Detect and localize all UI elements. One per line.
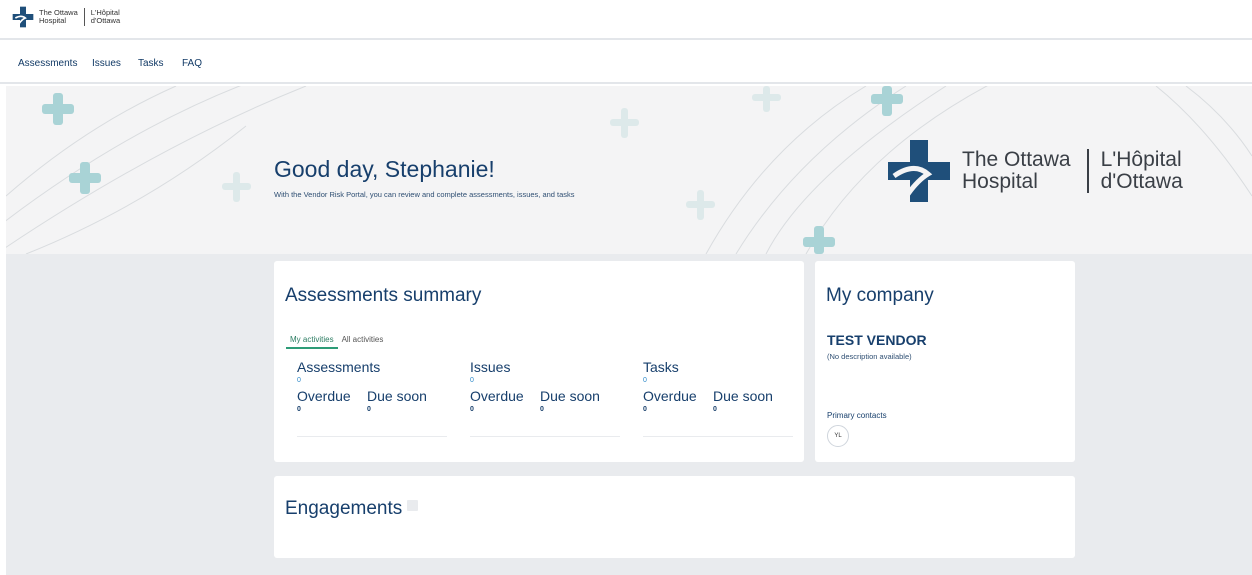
metric-heading: Issues bbox=[470, 359, 511, 375]
hero-hospital-logo: The Ottawa Hospital L'Hôpital d'Ottawa bbox=[886, 138, 1183, 204]
logo-english-name: The Ottawa Hospital bbox=[39, 9, 78, 25]
metric-heading: Tasks bbox=[643, 359, 679, 375]
vendor-name[interactable]: TEST VENDOR bbox=[827, 332, 927, 348]
greeting-subtitle: With the Vendor Risk Portal, you can rev… bbox=[274, 190, 575, 199]
metric-assessments[interactable]: Assessments 0 Overdue 0 Due soon 0 bbox=[297, 359, 447, 437]
metric-tasks[interactable]: Tasks 0 Overdue 0 Due soon 0 bbox=[643, 359, 793, 437]
due-soon-label: Due soon bbox=[540, 388, 600, 404]
due-soon-label: Due soon bbox=[367, 388, 427, 404]
metric-count: 0 bbox=[470, 377, 474, 384]
logo-en-line2: Hospital bbox=[39, 16, 67, 25]
hero-logo-divider bbox=[1086, 149, 1089, 193]
due-soon-label: Due soon bbox=[713, 388, 773, 404]
metric-issues[interactable]: Issues 0 Overdue 0 Due soon 0 bbox=[470, 359, 620, 437]
overdue-count: 0 bbox=[297, 406, 301, 413]
due-soon-count: 0 bbox=[367, 406, 371, 413]
my-company-title: My company bbox=[826, 285, 934, 306]
vendor-description: (No description available) bbox=[827, 352, 912, 361]
overdue-label: Overdue bbox=[643, 388, 697, 404]
hero-logo-en-line2: Hospital bbox=[962, 170, 1038, 193]
engagements-info-icon[interactable] bbox=[407, 500, 418, 511]
metric-count: 0 bbox=[643, 377, 647, 384]
logo-fr-line2: d'Ottawa bbox=[90, 16, 121, 25]
tab-my-activities[interactable]: My activities bbox=[286, 335, 338, 349]
hero-logo-en-line1: The Ottawa bbox=[962, 148, 1071, 171]
top-header: The Ottawa Hospital L'Hôpital d'Ottawa bbox=[0, 0, 1252, 40]
due-soon-count: 0 bbox=[540, 406, 544, 413]
overdue-count: 0 bbox=[643, 406, 647, 413]
my-company-card: My company TEST VENDOR (No description a… bbox=[815, 261, 1075, 462]
assessments-summary-card: Assessments summary My activities All ac… bbox=[274, 261, 804, 462]
contact-avatar[interactable]: YL bbox=[827, 425, 849, 447]
overdue-label: Overdue bbox=[470, 388, 524, 404]
overdue-label: Overdue bbox=[297, 388, 351, 404]
logo-french-name: L'Hôpital d'Ottawa bbox=[91, 9, 120, 25]
hero-logo-french: L'Hôpital d'Ottawa bbox=[1101, 149, 1183, 193]
engagements-card: Engagements bbox=[274, 476, 1075, 558]
hospital-logo[interactable]: The Ottawa Hospital L'Hôpital d'Ottawa bbox=[12, 6, 120, 28]
assessments-summary-title: Assessments summary bbox=[285, 285, 482, 306]
tab-all-activities[interactable]: All activities bbox=[338, 335, 388, 349]
hospital-cross-logo-icon bbox=[888, 140, 950, 202]
hospital-cross-logo-icon bbox=[12, 6, 34, 28]
nav-faq[interactable]: FAQ bbox=[182, 58, 202, 69]
due-soon-count: 0 bbox=[713, 406, 717, 413]
engagements-title: Engagements bbox=[285, 498, 403, 519]
metric-heading: Assessments bbox=[297, 359, 381, 375]
hero-logo-fr-line2: d'Ottawa bbox=[1100, 170, 1183, 193]
logo-divider bbox=[83, 8, 85, 26]
activity-tabs: My activities All activities bbox=[286, 335, 387, 349]
greeting-title: Good day, Stephanie! bbox=[274, 156, 495, 182]
hero-banner: Good day, Stephanie! With the Vendor Ris… bbox=[6, 86, 1252, 254]
primary-contacts-label: Primary contacts bbox=[827, 411, 887, 420]
main-nav: Assessments Issues Tasks FAQ bbox=[0, 42, 1252, 84]
metric-count: 0 bbox=[297, 377, 301, 384]
nav-tasks[interactable]: Tasks bbox=[138, 58, 164, 69]
nav-issues[interactable]: Issues bbox=[92, 58, 121, 69]
hero-logo-english: The Ottawa Hospital bbox=[962, 149, 1071, 193]
overdue-count: 0 bbox=[470, 406, 474, 413]
dashboard-content: Assessments summary My activities All ac… bbox=[6, 254, 1252, 575]
hero-logo-fr-line1: L'Hôpital bbox=[1100, 148, 1182, 171]
nav-assessments[interactable]: Assessments bbox=[18, 58, 77, 69]
